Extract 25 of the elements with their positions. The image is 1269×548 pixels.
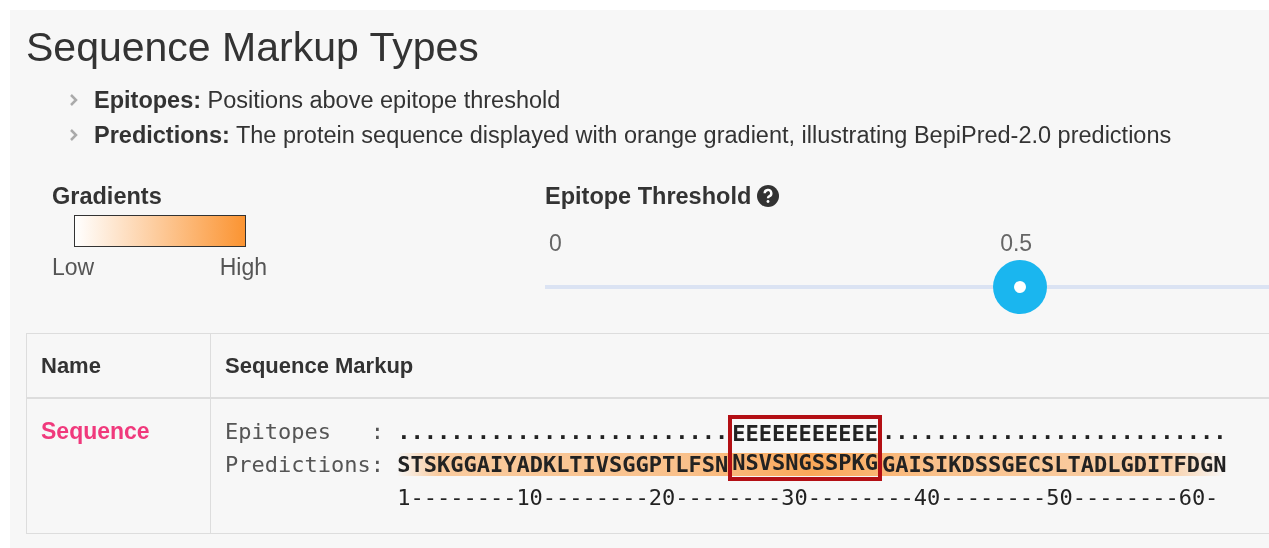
line-label: Predictions: — [225, 451, 385, 479]
sequence-text: GAISIKDSSGECSLTADLGDITFDGN — [882, 451, 1227, 479]
chevron-icon — [70, 94, 78, 106]
line-label: Epitopes : — [225, 418, 385, 446]
section-title: Sequence Markup Types — [26, 23, 480, 71]
min-label: 0 — [549, 229, 562, 257]
legend-text: Epitopes: Positions above epitope threshold — [94, 86, 561, 114]
column-header: Name — [27, 334, 211, 399]
gradients-title: Gradients — [52, 182, 163, 210]
column-header: Sequence Markup — [211, 334, 1269, 399]
epitope-marks: EEEEEEEEEEE — [728, 415, 883, 448]
sequence-text: NSVSNGSSPKG — [728, 448, 883, 481]
position-ruler: 1--------10--------20--------30--------40--------50--------60- — [397, 484, 1219, 512]
legend-text: Predictions: The protein sequence displayed with orange gradient, illustrating BepiPred-2.0 predictions — [94, 121, 1172, 149]
high-label: High — [219, 253, 267, 281]
value-label: 0.5 — [1000, 229, 1033, 257]
epitope-marks: .......................... — [882, 418, 1227, 446]
help-icon[interactable] — [757, 185, 780, 207]
sequence-name[interactable]: Sequence — [41, 418, 150, 444]
slider-thumb[interactable] — [993, 260, 1047, 314]
epitope-marks: ......................... — [397, 418, 729, 446]
chevron-icon — [70, 129, 78, 141]
threshold-title: Epitope Threshold — [545, 182, 752, 210]
sequence-text: STSKGGAIYADKLTIVSGGPTLFSN — [397, 451, 729, 479]
low-label: Low — [52, 253, 95, 281]
